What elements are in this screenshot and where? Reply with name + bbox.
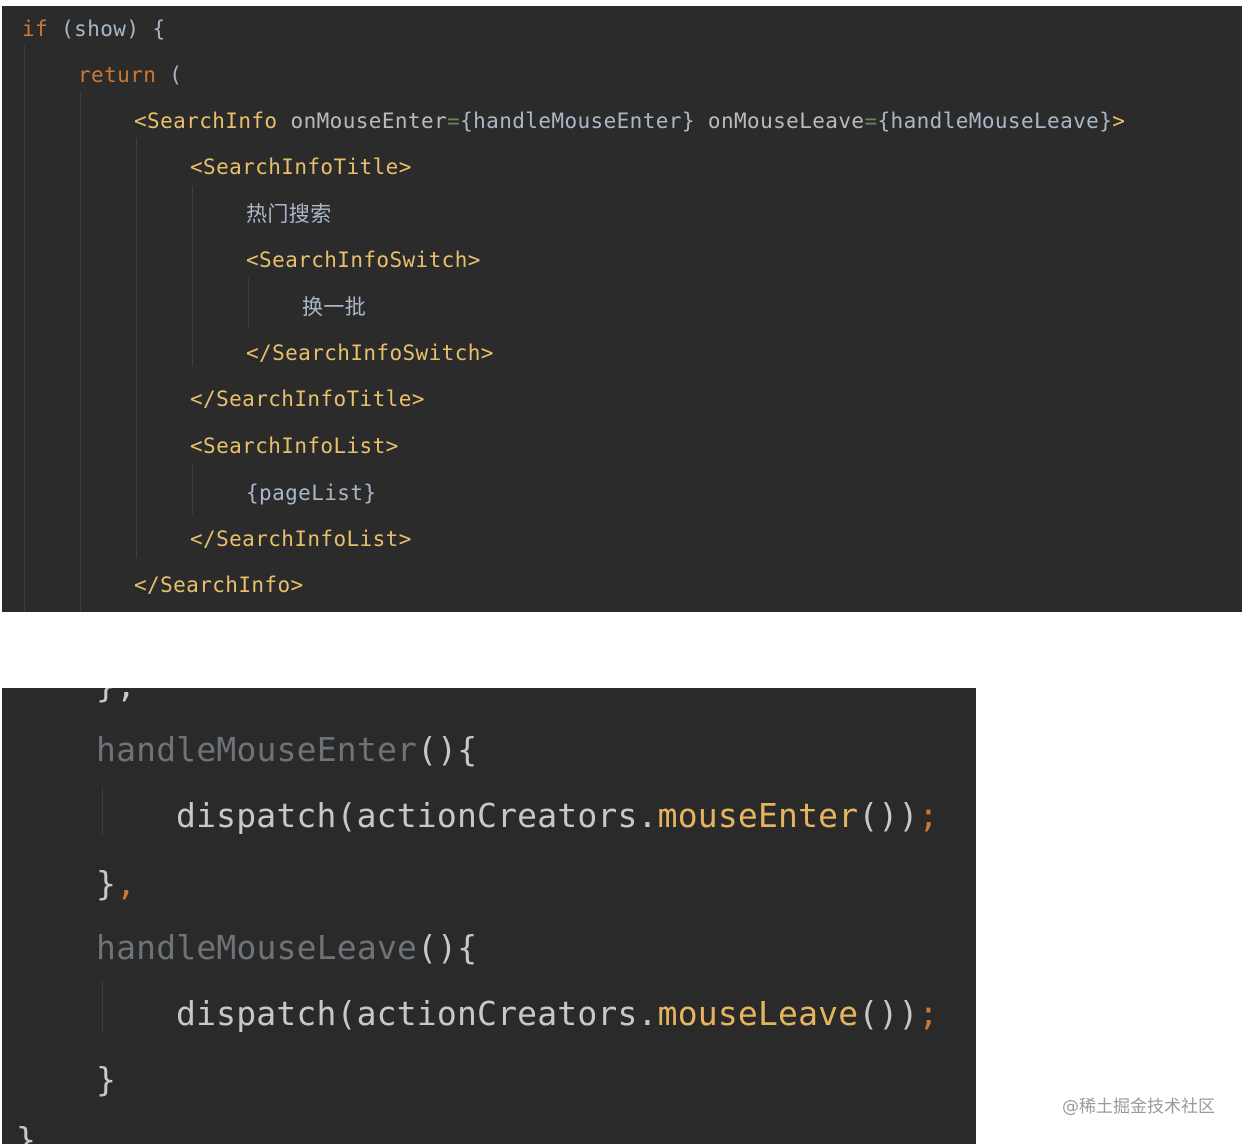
code-line-close-brace: }, — [96, 688, 136, 706]
code-line-switch-close: </SearchInfoSwitch> — [246, 341, 494, 365]
code-line-dispatch-enter: dispatch(actionCreators.mouseEnter()); — [176, 796, 939, 836]
watermark: @稀土掘金技术社区 — [1062, 1097, 1215, 1117]
jsx-tag: <SearchInfo — [134, 109, 278, 133]
code-text: (){ — [417, 730, 478, 769]
jsx-tag: > — [1112, 109, 1126, 133]
code-text: ; — [918, 796, 939, 835]
code-line-searchinfo-close: </SearchInfo> — [134, 573, 304, 597]
code-text: (show) { — [48, 17, 166, 41]
code-line-searchinfo-open: <SearchInfo onMouseEnter={handleMouseEnt… — [134, 108, 1125, 134]
code-text: = — [864, 109, 878, 133]
code-line-title-close: </SearchInfoTitle> — [190, 387, 425, 411]
code-line-handle-mouse-leave: handleMouseLeave(){ — [96, 928, 477, 968]
code-line-list-close: </SearchInfoList> — [190, 527, 412, 551]
code-line-text-change-batch: 换一批 — [302, 295, 367, 319]
code-text: = — [447, 109, 461, 133]
code-text: } — [96, 864, 117, 903]
code-line-switch-open: <SearchInfoSwitch> — [246, 248, 481, 272]
code-line-handle-mouse-enter: handleMouseEnter(){ — [96, 730, 477, 770]
indent-guide — [80, 92, 81, 612]
indent-guide — [248, 278, 249, 328]
indent-guide — [24, 46, 25, 612]
code-text: (){ — [417, 928, 478, 967]
code-line-close-brace-outer: } — [16, 1120, 37, 1144]
code-text: dispatch(actionCreators. — [176, 796, 658, 835]
indent-guide — [192, 464, 193, 514]
code-line-pagelist: {pageList} — [246, 481, 377, 505]
code-line-if: if (show) { — [22, 16, 165, 42]
code-text: {handleMouseEnter} — [460, 109, 695, 133]
code-text: ; — [918, 994, 939, 1033]
code-text: {handleMouseLeave} — [877, 109, 1113, 133]
code-line-close-brace-comma: }, — [96, 864, 136, 904]
indent-guide — [102, 980, 103, 1032]
code-text: , — [116, 864, 137, 903]
code-line-list-open: <SearchInfoList> — [190, 434, 399, 458]
code-text: ()) — [858, 994, 919, 1033]
keyword: return — [78, 63, 157, 87]
code-line-return: return ( — [78, 62, 182, 88]
code-text: ()) — [858, 796, 919, 835]
keyword: if — [22, 17, 49, 41]
indent-guide — [136, 138, 137, 558]
code-editor-bottom: }, handleMouseEnter(){ dispatch(actionCr… — [2, 688, 976, 1144]
jsx-attribute: onMouseLeave — [694, 109, 865, 133]
jsx-attribute: onMouseEnter — [277, 109, 448, 133]
code-editor-top: if (show) { return ( <SearchInfo onMouse… — [2, 6, 1242, 612]
indent-guide — [192, 186, 193, 366]
code-line-close-brace: } — [96, 1060, 117, 1099]
code-text: dispatch(actionCreators. — [176, 994, 658, 1033]
function-name: handleMouseEnter — [96, 730, 418, 769]
code-line-text-hot-search: 热门搜索 — [246, 202, 332, 226]
method-name: mouseLeave — [657, 994, 859, 1033]
method-name: mouseEnter — [657, 796, 859, 835]
code-line-title-open: <SearchInfoTitle> — [190, 155, 412, 179]
code-text: ( — [156, 63, 183, 87]
indent-guide — [102, 786, 103, 836]
function-name: handleMouseLeave — [96, 928, 418, 967]
code-line-dispatch-leave: dispatch(actionCreators.mouseLeave()); — [176, 994, 939, 1034]
